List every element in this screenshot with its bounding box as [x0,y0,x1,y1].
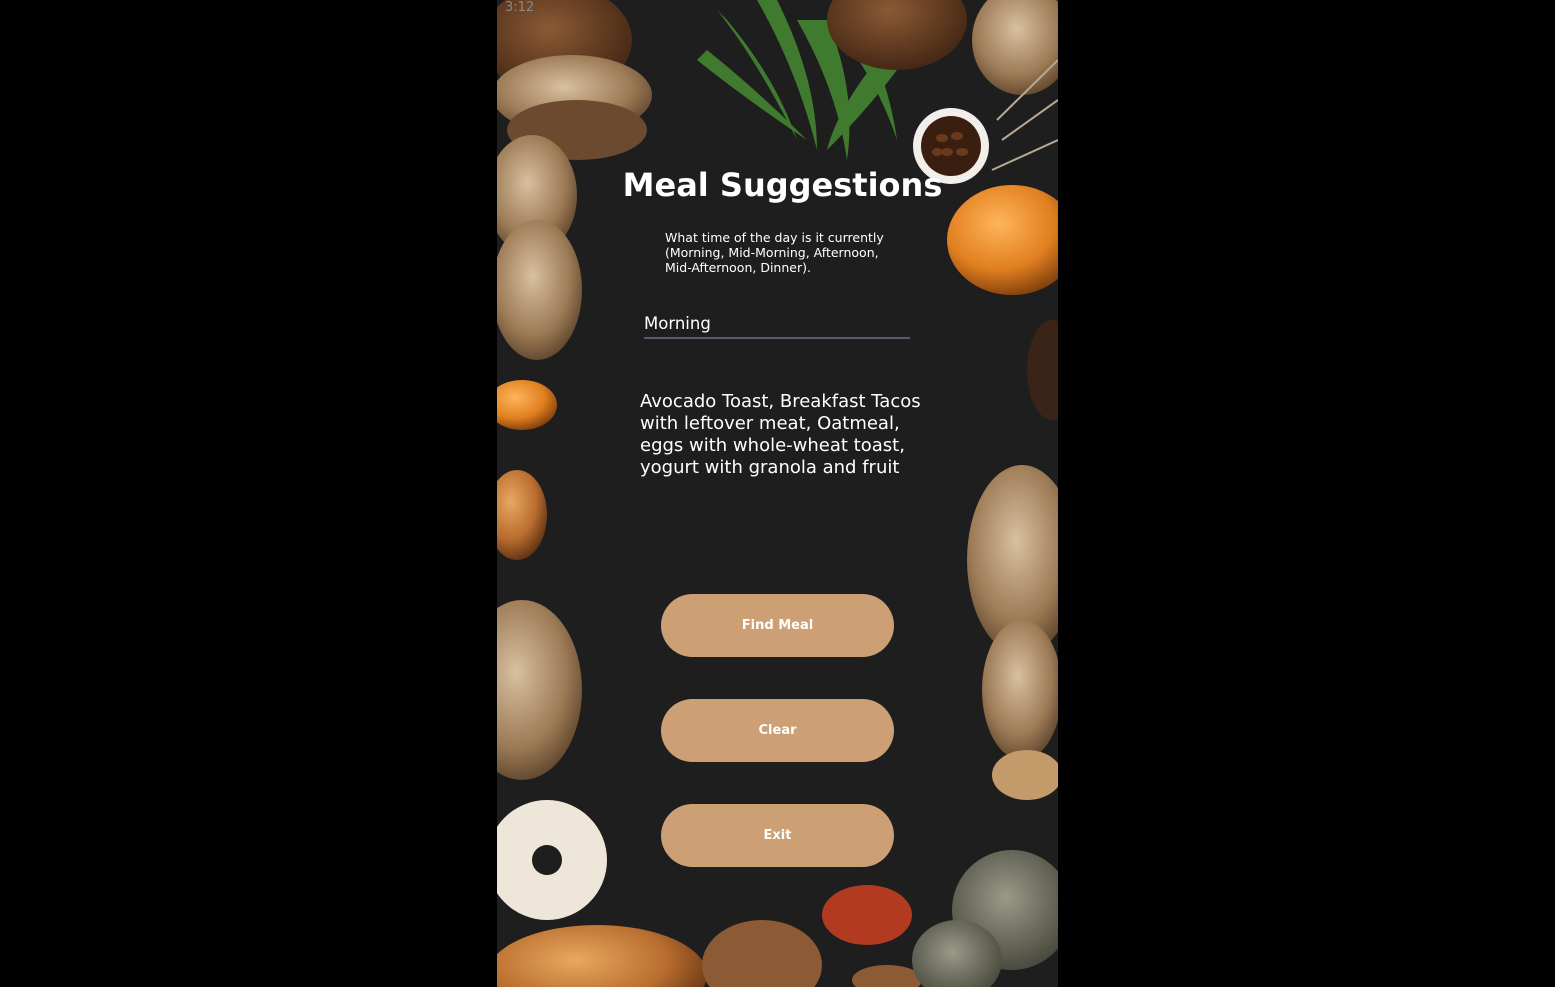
time-of-day-prompt: What time of the day is it currently (Mo… [665,230,884,275]
app-screen: 3:12 Meal Suggestions What time of the d… [497,0,1058,987]
exit-button[interactable]: Exit [661,804,894,867]
page-title: Meal Suggestions [622,166,943,204]
clear-button[interactable]: Clear [661,699,894,762]
find-meal-button[interactable]: Find Meal [661,594,894,657]
time-of-day-input[interactable] [644,309,910,339]
status-bar-time: 3:12 [505,0,535,15]
meal-suggestion-result: Avocado Toast, Breakfast Tacos with left… [640,391,921,478]
